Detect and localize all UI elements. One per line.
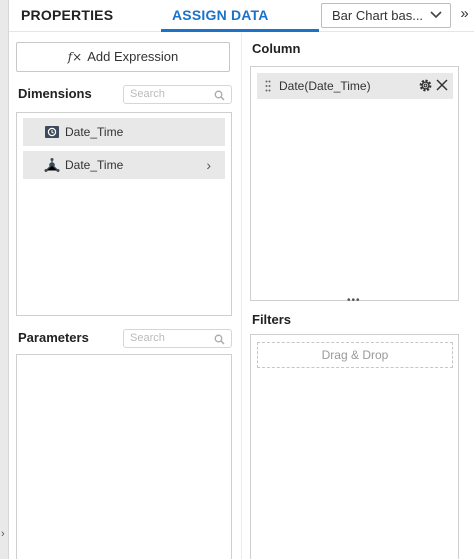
chevron-down-icon	[430, 11, 442, 19]
dimensions-list: Date_Time Date_Time ›	[16, 112, 232, 316]
dimensions-search-placeholder: Search	[130, 88, 165, 100]
function-icon: f×	[67, 50, 83, 64]
parameters-list	[16, 354, 232, 559]
column-title: Column	[252, 41, 301, 56]
chevron-right-icon[interactable]: ›	[206, 151, 211, 179]
left-sidebar-strip: ›	[0, 0, 9, 559]
dimensions-title: Dimensions	[18, 86, 92, 101]
close-icon[interactable]	[435, 78, 449, 92]
gear-icon[interactable]	[418, 78, 433, 93]
resize-handle[interactable]: •••	[347, 295, 361, 306]
add-expression-label: Add Expression	[87, 49, 179, 64]
expand-sidebar-arrow[interactable]: ›	[1, 528, 5, 540]
parameters-search-placeholder: Search	[130, 332, 165, 344]
dimension-item-date-time[interactable]: Date_Time	[23, 118, 225, 146]
tab-bar: PROPERTIES ASSIGN DATA Bar Chart bas... …	[9, 0, 474, 32]
search-icon	[214, 90, 225, 101]
column-item-label: Date(Date_Time)	[279, 79, 371, 93]
dimension-item-date-time-hierarchy[interactable]: Date_Time ›	[23, 151, 225, 179]
dimension-item-label: Date_Time	[65, 125, 124, 139]
widget-selector-dropdown[interactable]: Bar Chart bas...	[321, 3, 451, 28]
parameters-search-input[interactable]: Search	[123, 329, 232, 348]
parameters-title: Parameters	[18, 330, 89, 345]
dimension-item-label: Date_Time	[65, 158, 124, 172]
column-item-date[interactable]: Date(Date_Time)	[257, 73, 453, 99]
active-tab-indicator	[161, 29, 319, 32]
collapse-panel-button[interactable]: »	[451, 5, 474, 25]
tab-assign-data[interactable]: ASSIGN DATA	[172, 7, 269, 23]
left-panel: f× Add Expression Dimensions Search Date_…	[9, 33, 241, 559]
add-expression-button[interactable]: f× Add Expression	[16, 42, 230, 72]
search-icon	[214, 334, 225, 345]
clock-icon	[45, 126, 59, 138]
dimensions-search-input[interactable]: Search	[123, 85, 232, 104]
right-panel: Column Date(Date_Time) ••• Filters Drag …	[241, 33, 474, 559]
filters-title: Filters	[252, 312, 292, 327]
column-dropzone[interactable]: Date(Date_Time)	[250, 66, 459, 301]
widget-selector-value: Bar Chart bas...	[332, 8, 424, 23]
hierarchy-icon	[44, 158, 60, 172]
drag-handle-icon[interactable]	[265, 80, 271, 92]
drag-drop-placeholder: Drag & Drop	[257, 342, 453, 368]
tab-properties[interactable]: PROPERTIES	[21, 7, 113, 23]
filters-dropzone[interactable]: Drag & Drop	[250, 334, 459, 559]
